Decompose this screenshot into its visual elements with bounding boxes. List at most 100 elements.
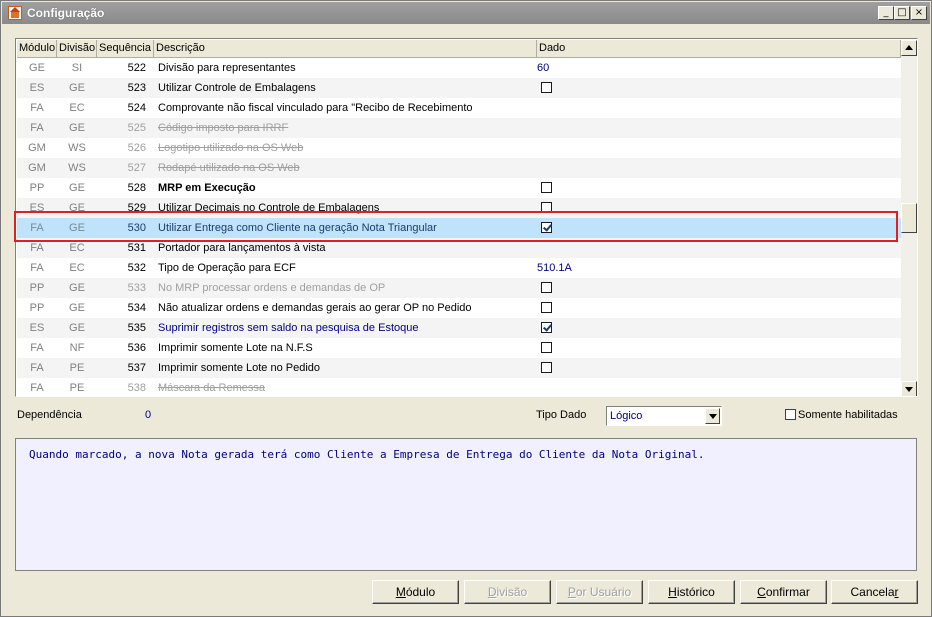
cell-divisao: PE: [69, 382, 85, 394]
config-grid[interactable]: Módulo Divisão Sequência Descrição Dado …: [15, 38, 918, 397]
table-row[interactable]: PP GE 533 No MRP processar ordens e demanda…: [17, 278, 901, 298]
somente-habilitadas-label[interactable]: Somente habilitadas: [798, 409, 898, 421]
title-bar[interactable]: Configuração _ □ ×: [2, 2, 930, 24]
table-row[interactable]: FA PE 537 Imprimir somente Lote no Pedido: [17, 358, 901, 378]
unchecked-checkbox[interactable]: [541, 282, 552, 293]
table-row[interactable]: GM WS 526 Logotipo utilizado na OS Web: [17, 138, 901, 158]
btn-text-post: or Usuário: [575, 585, 632, 599]
cell-dado[interactable]: [537, 98, 897, 118]
checked-checkbox[interactable]: [541, 322, 552, 333]
description-memo[interactable]: Quando marcado, a nova Nota gerada terá …: [15, 438, 917, 571]
cell-dado[interactable]: [537, 158, 897, 178]
btn-accel: M: [395, 585, 406, 599]
scroll-up-button[interactable]: [901, 40, 917, 56]
por-usuario-button[interactable]: Por Usuário: [556, 580, 643, 604]
scroll-down-button[interactable]: [901, 381, 917, 396]
table-row[interactable]: FA EC 524 Comprovante não fiscal vinculado …: [17, 98, 901, 118]
unchecked-checkbox[interactable]: [541, 362, 552, 373]
maximize-icon: □: [897, 7, 907, 18]
unchecked-checkbox[interactable]: [541, 82, 552, 93]
scroll-thumb[interactable]: [901, 203, 917, 233]
cell-dado[interactable]: [537, 118, 897, 138]
col-header-dado[interactable]: Dado: [537, 40, 901, 58]
cell-sequencia: 531: [127, 242, 146, 254]
cell-sequencia: 536: [127, 342, 146, 354]
historico-button[interactable]: Histórico: [648, 580, 735, 604]
btn-text-post: ódulo: [405, 585, 436, 599]
btn-text-pre: Cancela: [850, 585, 895, 599]
table-row[interactable]: FA EC 531 Portador para lançamentos à vista: [17, 238, 901, 258]
cell-modulo: FA: [30, 382, 44, 394]
table-row[interactable]: GE SI 522 Divisão para representantes 60: [17, 58, 901, 78]
cell-sequencia: 530: [127, 222, 146, 234]
cell-dado: [537, 338, 897, 358]
unchecked-checkbox[interactable]: [541, 182, 552, 193]
cell-sequencia: 523: [127, 82, 146, 94]
cell-divisao: NF: [69, 342, 85, 354]
close-button[interactable]: ×: [911, 6, 927, 20]
col-header-divisao[interactable]: Divisão: [57, 40, 97, 58]
divisao-button[interactable]: Divisão: [464, 580, 551, 604]
somente-habilitadas-checkbox[interactable]: [785, 409, 796, 420]
cell-dado[interactable]: [537, 238, 897, 258]
cell-sequencia: 526: [127, 142, 146, 154]
col-header-descricao[interactable]: Descrição: [154, 40, 537, 58]
cell-modulo: FA: [30, 242, 44, 254]
cancelar-button[interactable]: Cancelar: [831, 580, 918, 604]
cell-divisao: PE: [69, 362, 85, 374]
cell-sequencia: 537: [127, 362, 146, 374]
chevron-down-icon[interactable]: [705, 408, 720, 424]
table-row[interactable]: FA EC 532 Tipo de Operação para ECF 510.1A: [17, 258, 901, 278]
cell-sequencia: 528: [127, 182, 146, 194]
arrow-up-icon: [905, 45, 913, 50]
table-row[interactable]: ES GE 529 Utilizar Decimais no Controle de …: [17, 198, 901, 218]
cell-dado[interactable]: [537, 378, 897, 396]
vertical-scrollbar[interactable]: [901, 40, 917, 396]
window-title: Configuração: [27, 6, 105, 20]
maximize-button[interactable]: □: [894, 6, 910, 20]
cell-descricao: Rodapé utilizado na OS Web: [158, 162, 300, 174]
table-row[interactable]: FA GE 530 Utilizar Entrega como Cliente na …: [17, 218, 901, 238]
cell-sequencia: 534: [127, 302, 146, 314]
cell-divisao: GE: [69, 82, 85, 94]
btn-accel: r: [894, 585, 899, 599]
table-row[interactable]: FA NF 536 Imprimir somente Lote na N.F.S: [17, 338, 901, 358]
cell-modulo: PP: [29, 182, 45, 194]
minimize-icon: _: [883, 7, 889, 18]
confirmar-button[interactable]: Confirmar: [740, 580, 827, 604]
table-row[interactable]: GM WS 527 Rodapé utilizado na OS Web: [17, 158, 901, 178]
cell-dado[interactable]: [537, 138, 897, 158]
table-row[interactable]: PP GE 534 Não atualizar ordens e demandas g…: [17, 298, 901, 318]
cell-divisao: GE: [69, 322, 85, 334]
col-header-modulo[interactable]: Módulo: [17, 40, 57, 58]
cell-descricao: Não atualizar ordens e demandas gerais a…: [158, 302, 472, 314]
table-row[interactable]: PP GE 528 MRP em Execução: [17, 178, 901, 198]
btn-accel: H: [668, 585, 677, 599]
unchecked-checkbox[interactable]: [541, 302, 552, 313]
grid-header: Módulo Divisão Sequência Descrição Dado: [17, 40, 901, 58]
cell-divisao: GE: [69, 182, 85, 194]
unchecked-checkbox[interactable]: [541, 342, 552, 353]
col-header-sequencia[interactable]: Sequência: [97, 40, 154, 58]
checked-checkbox[interactable]: [541, 222, 552, 233]
cell-descricao: Comprovante não fiscal vinculado para "R…: [158, 102, 473, 114]
cell-descricao: Tipo de Operação para ECF: [158, 262, 296, 274]
cell-divisao: WS: [68, 162, 86, 174]
minimize-button[interactable]: _: [878, 6, 894, 20]
cell-descricao: MRP em Execução: [158, 182, 256, 194]
dependencia-label: Dependência: [17, 409, 82, 421]
table-row[interactable]: ES GE 535 Suprimir registros sem saldo na p…: [17, 318, 901, 338]
cell-dado[interactable]: 510.1A: [537, 258, 897, 278]
cell-sequencia: 524: [127, 102, 146, 114]
cell-dado: [537, 278, 897, 298]
cell-modulo: FA: [30, 362, 44, 374]
table-row[interactable]: ES GE 523 Utilizar Controle de Embalagens: [17, 78, 901, 98]
cell-modulo: ES: [29, 202, 45, 214]
cell-divisao: GE: [69, 202, 85, 214]
table-row[interactable]: FA PE 538 Máscara da Remessa: [17, 378, 901, 396]
modulo-button[interactable]: Módulo: [372, 580, 459, 604]
cell-dado[interactable]: 60: [537, 58, 897, 78]
unchecked-checkbox[interactable]: [541, 202, 552, 213]
table-row[interactable]: FA GE 525 Código imposto para IRRF: [17, 118, 901, 138]
tipo-dado-select[interactable]: Lógico: [606, 406, 722, 426]
